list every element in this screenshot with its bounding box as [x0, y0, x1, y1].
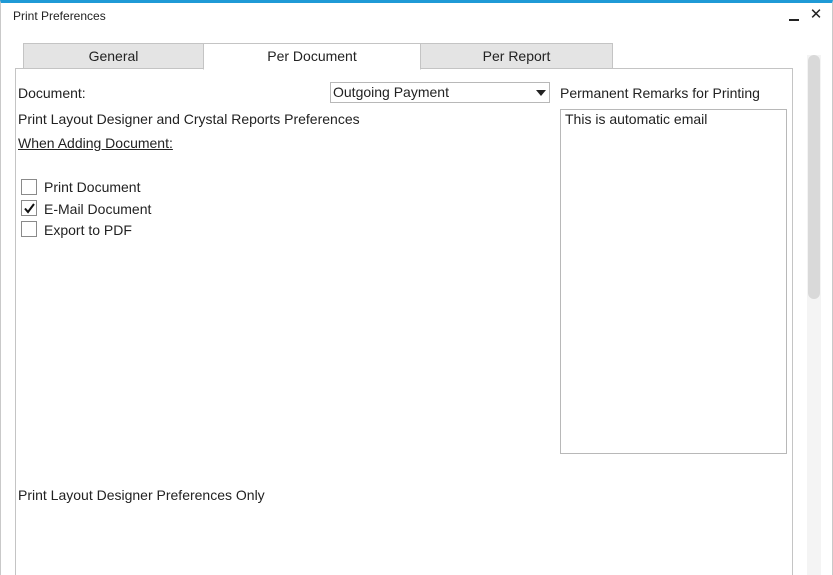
email-document-checkbox[interactable]: [21, 200, 37, 216]
close-icon[interactable]: ✕: [807, 6, 825, 24]
email-document-label[interactable]: E-Mail Document: [44, 201, 151, 217]
remarks-label: Permanent Remarks for Printing: [560, 85, 760, 101]
print-preferences-window: Print Preferences ✕ General Per Document…: [0, 0, 833, 575]
when-adding-label: When Adding Document:: [18, 135, 173, 151]
pld-only-label: Print Layout Designer Preferences Only: [18, 487, 265, 503]
export-pdf-label[interactable]: Export to PDF: [44, 222, 132, 238]
title-bar[interactable]: Print Preferences ✕: [1, 3, 832, 31]
document-select-value: Outgoing Payment: [333, 84, 449, 100]
window-title: Print Preferences: [13, 9, 106, 23]
scrollbar-thumb[interactable]: [808, 55, 820, 299]
minimize-icon[interactable]: [785, 6, 803, 24]
document-select[interactable]: Outgoing Payment: [330, 82, 550, 103]
document-label: Document:: [18, 85, 86, 101]
export-pdf-checkbox[interactable]: [21, 221, 37, 237]
chevron-down-icon[interactable]: [536, 90, 546, 96]
tab-per-report[interactable]: Per Report: [420, 43, 613, 69]
tab-per-document[interactable]: Per Document: [203, 43, 421, 70]
print-document-checkbox[interactable]: [21, 179, 37, 195]
print-document-label[interactable]: Print Document: [44, 179, 140, 195]
section-title: Print Layout Designer and Crystal Report…: [18, 111, 360, 127]
remarks-textarea[interactable]: This is automatic email: [560, 109, 787, 454]
checkmark-icon: [24, 203, 35, 214]
remarks-text: This is automatic email: [565, 111, 708, 127]
vertical-scrollbar[interactable]: [807, 55, 821, 575]
tab-general[interactable]: General: [23, 43, 204, 69]
